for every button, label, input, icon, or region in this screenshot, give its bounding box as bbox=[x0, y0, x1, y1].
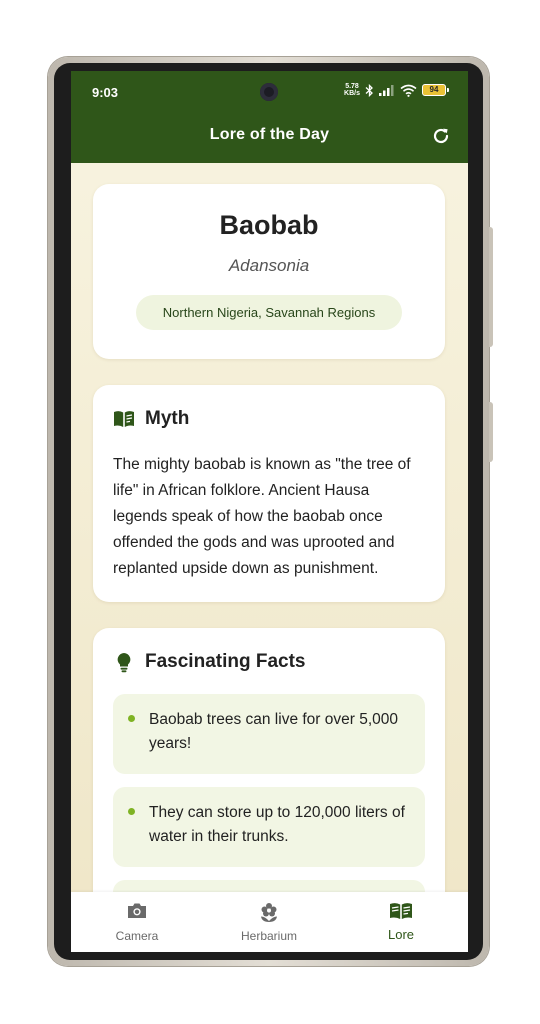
nav-herbarium-icon-wrap bbox=[203, 901, 335, 923]
nav-herbarium-label: Herbarium bbox=[240, 929, 297, 943]
battery-indicator: 94 bbox=[422, 84, 449, 96]
power-button bbox=[489, 402, 493, 462]
nav-lore-icon-wrap bbox=[335, 901, 467, 921]
myth-header: Myth bbox=[113, 408, 189, 430]
open-book-icon bbox=[114, 411, 134, 427]
nav-herbarium[interactable]: Herbarium bbox=[203, 892, 335, 952]
signal-icon bbox=[379, 85, 394, 96]
wifi-icon bbox=[400, 84, 417, 97]
plant-card: Baobab Adansonia Northern Nigeria, Savan… bbox=[93, 184, 445, 359]
open-book-icon bbox=[390, 903, 412, 919]
refresh-icon bbox=[433, 128, 449, 144]
flower-icon bbox=[261, 903, 277, 922]
plant-latin-name: Adansonia bbox=[228, 256, 310, 275]
bottom-navigation: Camera Herbarium Lore bbox=[71, 892, 468, 952]
myth-text: The mighty baobab is known as "the tree … bbox=[113, 456, 411, 577]
fact-text: They can store up to 120,000 liters of w… bbox=[149, 804, 405, 845]
camera-icon bbox=[128, 903, 146, 918]
top-bar: 9:03 5.78 KB/s 94 Lore of the Day bbox=[71, 71, 468, 163]
front-camera bbox=[260, 83, 278, 101]
status-icons: 5.78 KB/s 94 bbox=[344, 83, 449, 97]
region-badge: Northern Nigeria, Savannah Regions bbox=[136, 295, 402, 330]
refresh-button[interactable] bbox=[430, 125, 452, 147]
net-speed-value: 5.78 bbox=[345, 83, 359, 90]
status-time: 9:03 bbox=[92, 85, 119, 100]
nav-camera[interactable]: Camera bbox=[71, 892, 203, 952]
nav-lore-label: Lore bbox=[387, 927, 415, 942]
net-speed-unit: KB/s bbox=[344, 90, 360, 97]
page-title: Lore of the Day bbox=[209, 126, 330, 143]
bullet-icon bbox=[128, 715, 135, 722]
myth-card: Myth The mighty baobab is known as "the … bbox=[93, 385, 445, 602]
nav-lore[interactable]: Lore bbox=[335, 892, 467, 952]
plant-name: Baobab bbox=[219, 210, 319, 240]
fact-text: Baobab trees can live for over 5,000 yea… bbox=[149, 711, 399, 752]
facts-header: Fascinating Facts bbox=[113, 651, 306, 673]
fact-item: They can store up to 120,000 liters of w… bbox=[113, 787, 425, 867]
bluetooth-icon bbox=[365, 83, 373, 97]
fact-item: Baobab trees can live for over 5,000 yea… bbox=[113, 694, 425, 774]
volume-button bbox=[489, 227, 493, 347]
facts-title: Fascinating Facts bbox=[145, 651, 306, 672]
lightbulb-icon bbox=[117, 653, 131, 673]
nav-camera-label: Camera bbox=[115, 929, 159, 943]
myth-title: Myth bbox=[145, 408, 190, 429]
net-speed: 5.78 KB/s bbox=[344, 83, 360, 97]
app-screen: 9:03 5.78 KB/s 94 Lore of the Day Baobab… bbox=[71, 71, 468, 952]
bullet-icon bbox=[128, 808, 135, 815]
nav-camera-icon-wrap bbox=[71, 901, 203, 921]
